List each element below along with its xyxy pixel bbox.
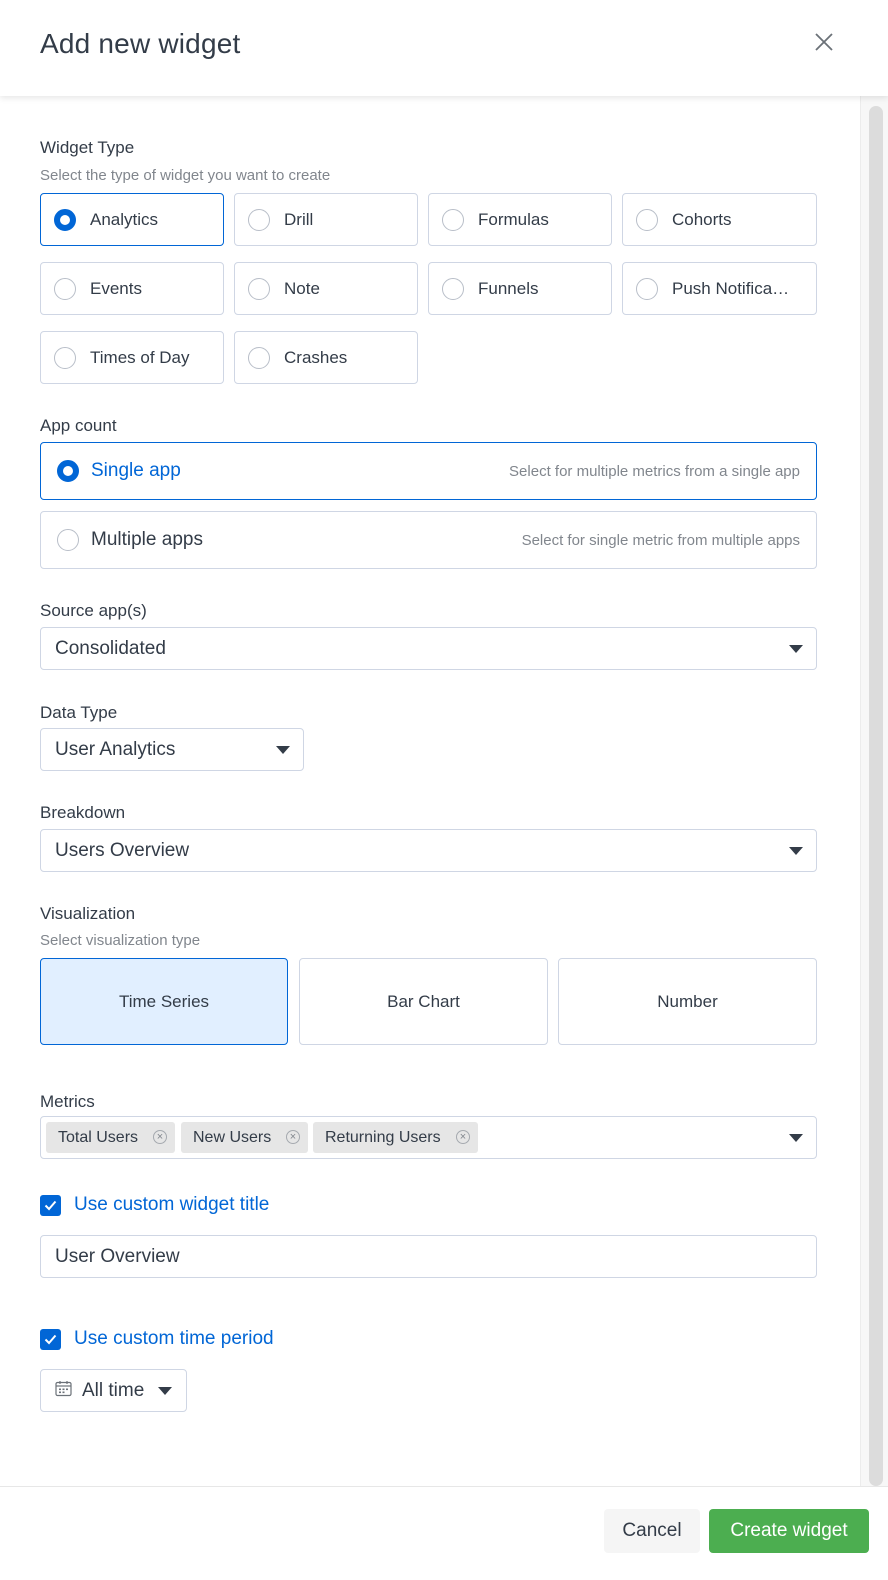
- checkbox-checked[interactable]: [40, 1194, 61, 1216]
- radio-selected[interactable]: [57, 460, 79, 482]
- remove-icon[interactable]: ×: [153, 1130, 167, 1144]
- radio-unselected[interactable]: [442, 277, 464, 300]
- widget-type-drill[interactable]: Drill: [234, 193, 418, 246]
- widget-type-events[interactable]: Events: [40, 262, 224, 315]
- data-type-label: Data Type: [40, 703, 118, 722]
- custom-title-input[interactable]: [40, 1235, 817, 1278]
- cancel-button[interactable]: Cancel: [604, 1509, 700, 1553]
- radio-unselected[interactable]: [248, 277, 270, 300]
- viz-number[interactable]: Number: [558, 958, 817, 1045]
- scrollbar[interactable]: [860, 96, 888, 1498]
- dialog-footer: Cancel Create widget: [0, 1486, 888, 1580]
- widget-type-label-text: Crashes: [284, 347, 348, 367]
- data-type-select[interactable]: User Analytics: [40, 728, 304, 771]
- close-icon[interactable]: [812, 30, 836, 54]
- scrollbar-thumb[interactable]: [869, 106, 883, 1486]
- radio-unselected[interactable]: [248, 346, 270, 369]
- breakdown-label: Breakdown: [40, 803, 126, 822]
- remove-icon[interactable]: ×: [456, 1130, 470, 1144]
- dialog-header: Add new widget: [0, 0, 888, 96]
- widget-type-subtitle: Select the type of widget you want to cr…: [40, 167, 331, 184]
- app-count-option-desc: Select for single metric from multiple a…: [521, 531, 800, 549]
- viz-option-label: Time Series: [118, 991, 210, 1011]
- custom-title-toggle[interactable]: Use custom widget title: [40, 1194, 269, 1216]
- create-widget-button[interactable]: Create widget: [709, 1509, 869, 1553]
- widget-type-label-text: Drill: [284, 209, 314, 229]
- metric-chip: Total Users ×: [46, 1122, 175, 1153]
- widget-type-times-of-day[interactable]: Times of Day: [40, 331, 224, 384]
- chevron-down-icon: [158, 1387, 172, 1395]
- radio-unselected[interactable]: [636, 208, 658, 231]
- visualization-label: Visualization: [40, 904, 136, 923]
- widget-type-label-text: Analytics: [90, 209, 159, 229]
- viz-bar-chart[interactable]: Bar Chart: [299, 958, 548, 1045]
- widget-type-crashes[interactable]: Crashes: [234, 331, 418, 384]
- metrics-select[interactable]: Total Users × New Users × Returning User…: [40, 1116, 817, 1159]
- breakdown-value: Users Overview: [55, 839, 190, 861]
- radio-selected[interactable]: [54, 208, 76, 231]
- metric-chip-label: Total Users: [58, 1128, 139, 1146]
- radio-unselected[interactable]: [54, 346, 76, 369]
- radio-unselected[interactable]: [636, 277, 658, 300]
- widget-type-formulas[interactable]: Formulas: [428, 193, 612, 246]
- widget-type-label-text: Push Notifica…: [672, 278, 790, 298]
- calendar-icon: [55, 1380, 72, 1402]
- app-count-label: App count: [40, 416, 117, 435]
- metrics-label: Metrics: [40, 1092, 95, 1111]
- remove-icon[interactable]: ×: [286, 1130, 300, 1144]
- radio-unselected[interactable]: [248, 208, 270, 231]
- breakdown-select[interactable]: Users Overview: [40, 829, 817, 872]
- app-count-option-label: Single app: [91, 460, 181, 481]
- app-count-single[interactable]: Single app Select for multiple metrics f…: [40, 442, 817, 500]
- data-type-value: User Analytics: [55, 738, 176, 760]
- chevron-down-icon: [789, 645, 803, 653]
- widget-type-label-text: Funnels: [478, 278, 539, 298]
- widget-type-analytics[interactable]: Analytics: [40, 193, 224, 246]
- widget-type-label-text: Times of Day: [90, 347, 190, 367]
- app-count-option-label: Multiple apps: [91, 529, 203, 550]
- widget-type-cohorts[interactable]: Cohorts: [622, 193, 817, 246]
- widget-type-label: Widget Type: [40, 138, 135, 157]
- custom-period-label: Use custom time period: [74, 1328, 274, 1349]
- metric-chip: Returning Users ×: [313, 1122, 478, 1153]
- app-count-option-desc: Select for multiple metrics from a singl…: [509, 462, 800, 480]
- widget-type-label-text: Note: [284, 278, 320, 298]
- widget-type-funnels[interactable]: Funnels: [428, 262, 612, 315]
- widget-type-note[interactable]: Note: [234, 262, 418, 315]
- metric-chip: New Users ×: [181, 1122, 308, 1153]
- time-period-select[interactable]: All time: [40, 1369, 187, 1412]
- checkbox-checked[interactable]: [40, 1328, 61, 1350]
- viz-option-label: Bar Chart: [387, 991, 460, 1011]
- viz-option-label: Number: [657, 991, 718, 1011]
- viz-time-series[interactable]: Time Series: [40, 958, 288, 1045]
- check-icon: [44, 1200, 57, 1210]
- chevron-down-icon: [276, 746, 290, 754]
- widget-type-label-text: Events: [90, 278, 142, 298]
- check-icon: [44, 1334, 57, 1344]
- radio-unselected[interactable]: [54, 277, 76, 300]
- widget-type-push-notifications[interactable]: Push Notifica…: [622, 262, 817, 315]
- radio-unselected[interactable]: [442, 208, 464, 231]
- source-apps-select[interactable]: Consolidated: [40, 627, 817, 670]
- visualization-subtitle: Select visualization type: [40, 932, 201, 949]
- widget-type-label-text: Cohorts: [672, 209, 732, 229]
- metric-chip-label: Returning Users: [325, 1128, 441, 1146]
- source-apps-label: Source app(s): [40, 601, 147, 620]
- metric-chip-label: New Users: [193, 1128, 272, 1146]
- time-period-value: All time: [82, 1379, 145, 1401]
- custom-title-label: Use custom widget title: [74, 1194, 270, 1215]
- app-count-multiple[interactable]: Multiple apps Select for single metric f…: [40, 511, 817, 569]
- radio-unselected[interactable]: [57, 529, 79, 551]
- widget-type-label-text: Formulas: [478, 209, 549, 229]
- chevron-down-icon: [789, 847, 803, 855]
- custom-period-toggle[interactable]: Use custom time period: [40, 1328, 274, 1350]
- dialog-title: Add new widget: [40, 28, 241, 59]
- chevron-down-icon: [789, 1134, 803, 1142]
- source-apps-value: Consolidated: [55, 637, 166, 659]
